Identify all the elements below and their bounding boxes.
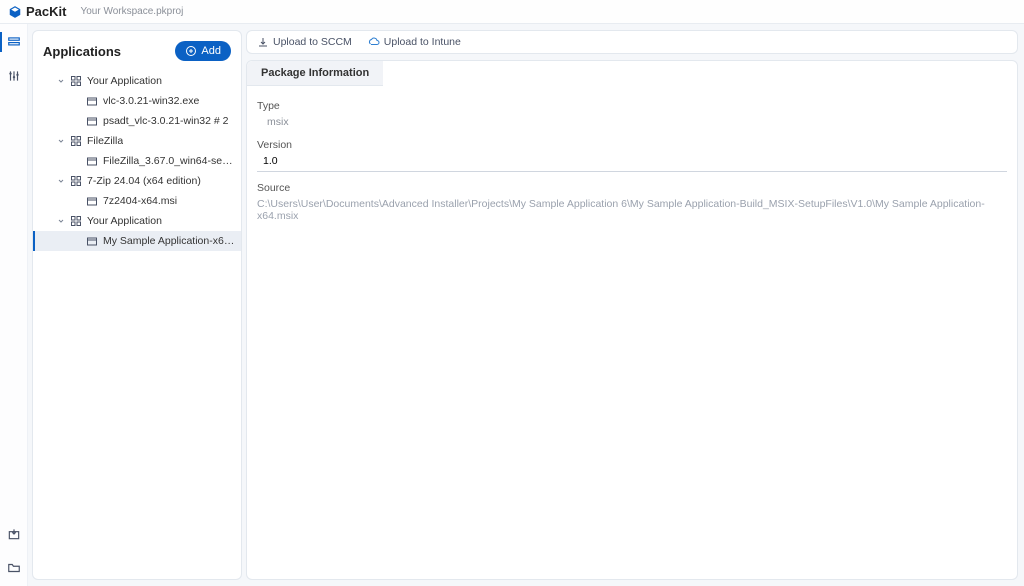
chevron-down-icon (55, 215, 67, 227)
package-icon (85, 154, 99, 168)
applications-tree: Your Application vlc-3.0.21-win32.exe psad… (33, 71, 241, 569)
chevron-down-icon (71, 115, 83, 127)
tree-item-label: Your Application (87, 75, 162, 87)
rail-folder-icon[interactable] (6, 560, 22, 576)
source-value: C:\Users\User\Documents\Advanced Install… (257, 194, 1007, 230)
tree-item-label: 7-Zip 24.04 (x64 edition) (87, 175, 201, 187)
tree-package-node[interactable]: psadt_vlc-3.0.21-win32 # 2 (33, 111, 241, 131)
sidebar-title: Applications (43, 44, 121, 59)
title-bar: PacKit Your Workspace.pkproj (0, 0, 1024, 24)
sccm-icon (257, 36, 269, 48)
type-value: msix (257, 112, 1007, 133)
version-label: Version (257, 139, 1007, 151)
chevron-down-icon (71, 155, 83, 167)
main-toolbar: Upload to SCCM Upload to Intune (246, 30, 1018, 54)
tree-item-label: Your Application (87, 215, 162, 227)
app-icon (69, 214, 83, 228)
tree-item-label: FileZilla_3.67.0_win64-setup.exe (103, 155, 235, 167)
tree-item-label: FileZilla (87, 135, 123, 147)
upload-intune-button[interactable]: Upload to Intune (368, 36, 461, 48)
tree-item-label: psadt_vlc-3.0.21-win32 # 2 (103, 115, 229, 127)
tree-app-node[interactable]: Your Application (33, 71, 241, 91)
add-button-label: Add (201, 45, 221, 57)
tree-item-label: My Sample Application-x64.msix (103, 235, 235, 247)
app-icon (69, 134, 83, 148)
tree-package-node[interactable]: 7z2404-x64.msi (33, 191, 241, 211)
tree-app-node[interactable]: Your Application (33, 211, 241, 231)
app-name: PacKit (26, 4, 66, 19)
version-input[interactable] (257, 151, 1007, 172)
tree-app-node[interactable]: FileZilla (33, 131, 241, 151)
app-icon (69, 74, 83, 88)
package-icon (85, 94, 99, 108)
icon-rail (0, 24, 28, 586)
tree-package-node[interactable]: FileZilla_3.67.0_win64-setup.exe (33, 151, 241, 171)
applications-sidebar: Applications Add Your Application vlc-3.0… (32, 30, 242, 580)
package-icon (85, 114, 99, 128)
rail-applications-icon[interactable] (6, 34, 22, 50)
chevron-down-icon (55, 135, 67, 147)
source-label: Source (257, 182, 1007, 194)
intune-icon (368, 36, 380, 48)
add-application-button[interactable]: Add (175, 41, 231, 61)
workspace-subtitle: Your Workspace.pkproj (80, 6, 183, 17)
rail-settings-icon[interactable] (6, 68, 22, 84)
tree-app-node[interactable]: 7-Zip 24.04 (x64 edition) (33, 171, 241, 191)
tree-package-node[interactable]: vlc-3.0.21-win32.exe (33, 91, 241, 111)
tree-item-label: vlc-3.0.21-win32.exe (103, 95, 199, 107)
chevron-down-icon (55, 175, 67, 187)
app-logo: PacKit (8, 4, 66, 19)
rail-import-icon[interactable] (6, 526, 22, 542)
chevron-down-icon (71, 195, 83, 207)
package-icon (85, 194, 99, 208)
tree-item-label: 7z2404-x64.msi (103, 195, 177, 207)
plus-circle-icon (185, 45, 197, 57)
upload-sccm-button[interactable]: Upload to SCCM (257, 36, 352, 48)
package-icon (85, 234, 99, 248)
tab-package-information[interactable]: Package Information (247, 61, 383, 86)
chevron-down-icon (55, 75, 67, 87)
tree-package-node[interactable]: My Sample Application-x64.msix (33, 231, 241, 251)
type-label: Type (257, 100, 1007, 112)
app-icon (69, 174, 83, 188)
chevron-down-icon (71, 95, 83, 107)
content-panel: Package Information Type msix Version So… (246, 60, 1018, 580)
packit-logo-icon (8, 5, 22, 19)
chevron-down-icon (71, 235, 83, 247)
